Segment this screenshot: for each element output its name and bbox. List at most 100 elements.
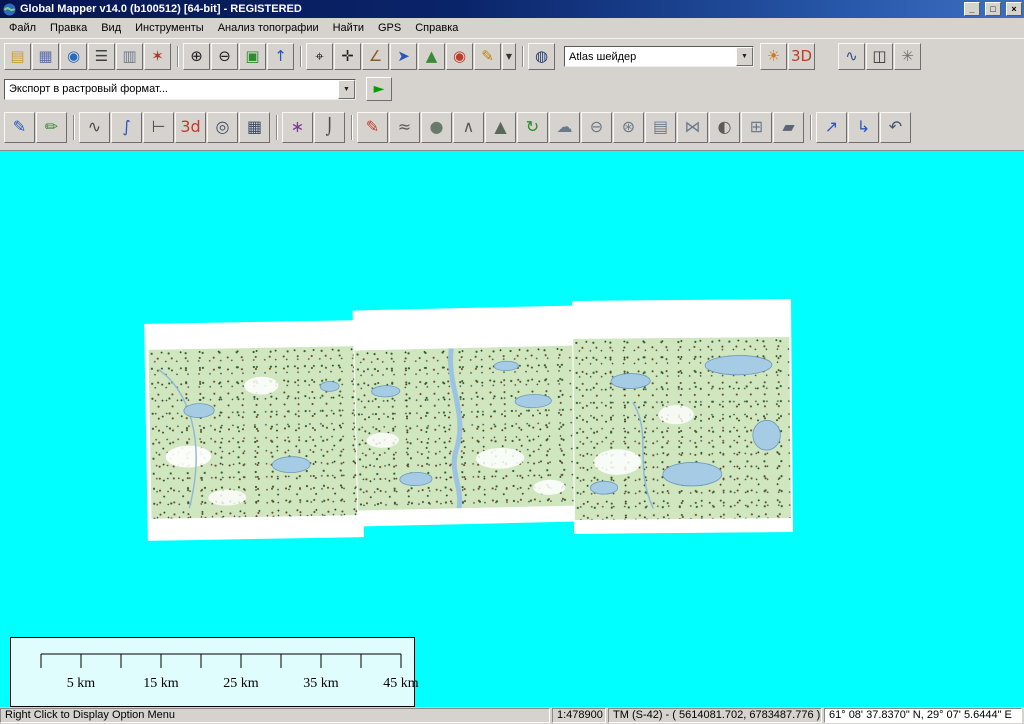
hill-shading-button[interactable]: ☀ [760,43,787,70]
scale-label: 45 km [361,676,441,692]
menu-help[interactable]: Справка [408,20,465,36]
profile-window-button[interactable]: ∿ [838,43,865,70]
create-line-distance-button[interactable]: ⊢ [143,112,174,143]
create-buffers-button[interactable]: ◐ [709,112,740,143]
map-sheet-2 [353,305,583,526]
undo-edit-button[interactable]: ↶ [880,112,911,143]
split-features-button[interactable]: ∧ [453,112,484,143]
map-sheet-3-image [573,337,791,520]
edit-selected-button[interactable]: ✎ [357,112,388,143]
create-grid-button[interactable]: ▦ [239,112,270,143]
view-shed-button[interactable]: ◉ [446,43,473,70]
chevron-down-icon[interactable]: ▼ [338,80,355,99]
open-file-button[interactable]: ▤ [4,43,31,70]
overlay-control-center-button[interactable]: ☰ [88,43,115,70]
window-title: Global Mapper v14.0 (b100512) [64-bit] -… [20,3,962,15]
minimize-button[interactable]: _ [964,2,980,16]
combine-areas-button[interactable]: ☁ [549,112,580,143]
scale-label: 35 km [281,676,361,692]
scale-label: 25 km [201,676,281,692]
shader-combo-value: Atlas шейдер [565,51,736,63]
digitizer-create-button[interactable]: ✏ [36,112,67,143]
view3d-tool-group: ☀3D [760,43,816,70]
statusbar-scale: 1:478900 [552,708,606,723]
full-view-button[interactable]: ▣ [239,43,266,70]
menu-bar: ФайлПравкаВидИнструментыАнализ топографи… [0,18,1024,38]
pan-tool-button[interactable]: ✛ [334,43,361,70]
run-export-button[interactable]: ► [366,77,392,101]
export-toolbar: Экспорт в растровый формат... ▼ ► [0,74,1024,104]
menu-gps[interactable]: GPS [371,20,408,36]
download-online-data-button[interactable]: ◉ [60,43,87,70]
map-sheet-2-image [354,346,580,511]
window-tool-group: ∿◫✳ [838,43,922,70]
scale-bar-labels: 5 km15 km25 km35 km45 km [41,676,441,692]
map-sheet-1 [144,320,364,541]
display-options-button[interactable]: ✳ [894,43,921,70]
zoom-tool-button[interactable]: ⌖ [306,43,333,70]
create-line-button[interactable]: ∫ [111,112,142,143]
statusbar-projection: TM (S-42) - ( 5614081.702, 6783487.776 ) [608,708,822,723]
grid-cells-edit-button[interactable]: ▤ [645,112,676,143]
offset-duplicate-button[interactable]: ↳ [848,112,879,143]
feature-info-button[interactable]: ➤ [390,43,417,70]
window-controls: _ □ × [962,2,1022,16]
digitizer-edit-button[interactable]: ✎ [4,112,35,143]
chevron-down-icon[interactable]: ▼ [736,47,753,66]
spatial-operations-button[interactable]: ⊛ [613,112,644,143]
map-catalog-button[interactable]: ▥ [116,43,143,70]
snap-vertex-button[interactable]: ∗ [282,112,313,143]
create-cad-3d-button[interactable]: 3d [175,112,206,143]
app-icon [3,3,16,16]
status-bar: Right Click to Display Option Menu 1:478… [0,707,1024,724]
menu-terrain-analysis[interactable]: Анализ топографии [211,20,326,36]
3d-view-window-button[interactable]: ◫ [866,43,893,70]
measure-tool-button[interactable]: ∠ [362,43,389,70]
edit-vertices-button[interactable]: ∿ [79,112,110,143]
save-workspace-button[interactable]: ▦ [32,43,59,70]
zoom-in-button[interactable]: ⊕ [183,43,210,70]
shader-combo[interactable]: Atlas шейдер ▼ [564,46,754,67]
configuration-button[interactable]: ✶ [144,43,171,70]
export-format-combo[interactable]: Экспорт в растровый формат... ▼ [4,79,356,100]
digitizer-tool-button[interactable]: ✎ [474,43,501,70]
digitizer-toolbar: ✎✏∿∫⊢3d◎▦∗⌡✎≈●∧▲↻☁⊖⊛▤⋈◐⊞▰↗↳↶ [0,104,1024,150]
terrain-profile-button[interactable]: ▲ [485,112,516,143]
view-3d-button[interactable]: 3D [788,43,815,70]
statusbar-hint: Right Click to Display Option Menu [0,708,550,723]
map-sheet-1-image [149,346,361,519]
statusbar-position: 61° 08' 37.8370" N, 29° 07' 5.6444" E [824,708,1022,723]
path-profile-button[interactable]: ▲ [418,43,445,70]
delete-features-button[interactable]: ▰ [773,112,804,143]
menu-view[interactable]: Вид [94,20,128,36]
export-format-value: Экспорт в растровый формат... [5,83,338,95]
menu-file[interactable]: Файл [2,20,43,36]
menu-edit[interactable]: Правка [43,20,94,36]
move-feature-button[interactable]: ↗ [816,112,847,143]
maximize-button[interactable]: □ [985,2,1001,16]
tools-dropdown-button[interactable]: ▼ [502,43,516,70]
crop-areas-button[interactable]: ⊖ [581,112,612,143]
scale-label: 5 km [41,676,121,692]
rotate-scale-button[interactable]: ↻ [517,112,548,143]
menu-tools[interactable]: Инструменты [128,20,211,36]
follow-gps-button[interactable]: ◍ [528,43,555,70]
map-sheet-3 [572,299,793,534]
connect-features-button[interactable]: ⋈ [677,112,708,143]
menu-search[interactable]: Найти [326,20,371,36]
trace-append-button[interactable]: ⌡ [314,112,345,143]
shift-features-button[interactable]: ⊞ [741,112,772,143]
close-button[interactable]: × [1006,2,1022,16]
scale-bar: 5 km15 km25 km35 km45 km [10,637,415,707]
simplify-lines-button[interactable]: ≈ [389,112,420,143]
map-view[interactable]: 5 km15 km25 km35 km45 km [0,150,1024,707]
reshape-area-button[interactable]: ● [421,112,452,143]
file-view-tool-group: ▤▦◉☰▥✶⊕⊖▣↑⌖✛∠➤▲◉✎▼◍ [4,43,556,70]
zoom-out-button[interactable]: ⊖ [211,43,238,70]
create-range-rings-button[interactable]: ◎ [207,112,238,143]
title-bar[interactable]: Global Mapper v14.0 (b100512) [64-bit] -… [0,0,1024,18]
app-window: Global Mapper v14.0 (b100512) [64-bit] -… [0,0,1024,724]
scale-label: 15 km [121,676,201,692]
play-icon: ► [374,82,385,96]
previous-view-button[interactable]: ↑ [267,43,294,70]
